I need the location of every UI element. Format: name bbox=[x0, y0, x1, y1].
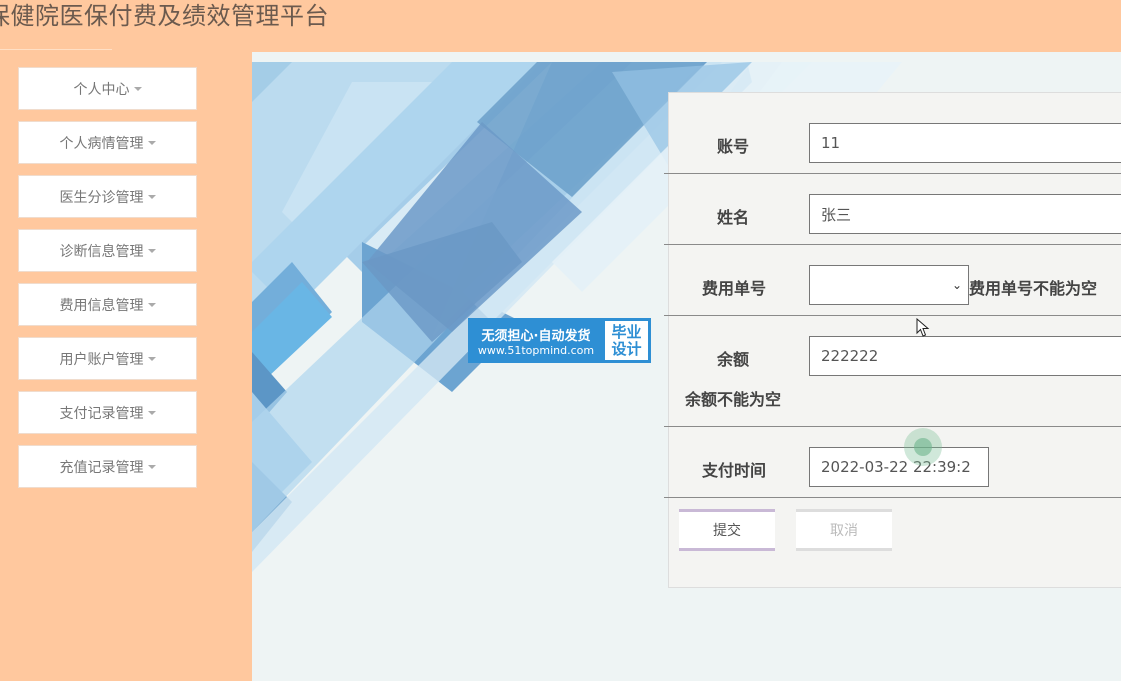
watermark-label-line1: 毕业 bbox=[611, 322, 642, 341]
watermark-slogan: 无须担心·自动发货 bbox=[481, 328, 591, 344]
row-divider bbox=[664, 244, 1121, 245]
sidebar-item-payment-records[interactable]: 支付记录管理 bbox=[18, 391, 197, 434]
chevron-down-icon: ⌄ bbox=[951, 278, 962, 292]
sidebar-item-fee-info[interactable]: 费用信息管理 bbox=[18, 283, 197, 326]
watermark-url: www.51topmind.com bbox=[477, 343, 595, 357]
name-label: 姓名 bbox=[717, 208, 750, 227]
balance-label: 余额 bbox=[717, 350, 750, 369]
caret-down-icon bbox=[133, 86, 142, 91]
app-header: 保健院医保付费及绩效管理平台 bbox=[0, 0, 1121, 50]
pay-time-input[interactable]: 2022-03-22 22:39:2 bbox=[809, 447, 989, 487]
mouse-cursor-icon bbox=[916, 318, 930, 337]
balance-error: 余额不能为空 bbox=[685, 390, 782, 409]
name-input[interactable]: 张三 bbox=[809, 194, 1121, 234]
pay-time-label: 支付时间 bbox=[702, 461, 767, 480]
fee-number-select[interactable]: ⌄ bbox=[809, 265, 969, 305]
submit-button[interactable]: 提交 bbox=[679, 509, 775, 551]
row-divider bbox=[664, 315, 1121, 316]
watermark-label-line2: 设计 bbox=[611, 339, 642, 358]
sidebar-item-personal-center[interactable]: 个人中心 bbox=[18, 67, 197, 110]
caret-down-icon bbox=[147, 356, 156, 361]
sidebar-item-label: 个人中心 bbox=[73, 81, 130, 98]
caret-down-icon bbox=[147, 302, 156, 307]
sidebar-item-label: 个人病情管理 bbox=[59, 135, 144, 152]
sidebar-item-label: 医生分诊管理 bbox=[59, 189, 144, 206]
sidebar-item-personal-condition[interactable]: 个人病情管理 bbox=[18, 121, 197, 164]
sidebar-item-user-account[interactable]: 用户账户管理 bbox=[18, 337, 197, 380]
watermark-text: 无须担心·自动发货 www.51topmind.com bbox=[469, 319, 603, 362]
sidebar-item-label: 费用信息管理 bbox=[59, 297, 144, 314]
account-label: 账号 bbox=[717, 137, 750, 156]
watermark-label: 毕业 设计 bbox=[605, 321, 648, 360]
click-indicator bbox=[904, 428, 942, 466]
sidebar-item-label: 充值记录管理 bbox=[59, 459, 144, 476]
account-input[interactable]: 11 bbox=[809, 123, 1121, 163]
row-divider bbox=[664, 426, 1121, 427]
caret-down-icon bbox=[147, 248, 156, 253]
row-divider bbox=[664, 497, 1121, 498]
row-divider bbox=[664, 173, 1121, 174]
cancel-button[interactable]: 取消 bbox=[796, 509, 892, 551]
sidebar: 个人中心 个人病情管理 医生分诊管理 诊断信息管理 费用信息管理 用户账户管理 … bbox=[0, 50, 252, 681]
app-title: 保健院医保付费及绩效管理平台 bbox=[0, 2, 329, 30]
balance-input[interactable]: 222222 bbox=[809, 336, 1121, 376]
caret-down-icon bbox=[147, 410, 156, 415]
watermark-badge: 无须担心·自动发货 www.51topmind.com 毕业 设计 bbox=[468, 318, 651, 363]
caret-down-icon bbox=[147, 194, 156, 199]
fee-number-label: 费用单号 bbox=[702, 279, 767, 298]
sidebar-item-label: 支付记录管理 bbox=[59, 405, 144, 422]
sidebar-item-doctor-triage[interactable]: 医生分诊管理 bbox=[18, 175, 197, 218]
fee-number-error: 费用单号不能为空 bbox=[969, 279, 1098, 298]
sidebar-item-label: 用户账户管理 bbox=[59, 351, 144, 368]
caret-down-icon bbox=[147, 140, 156, 145]
sidebar-item-diagnosis[interactable]: 诊断信息管理 bbox=[18, 229, 197, 272]
caret-down-icon bbox=[147, 464, 156, 469]
sidebar-item-label: 诊断信息管理 bbox=[59, 243, 144, 260]
sidebar-item-recharge-records[interactable]: 充值记录管理 bbox=[18, 445, 197, 488]
